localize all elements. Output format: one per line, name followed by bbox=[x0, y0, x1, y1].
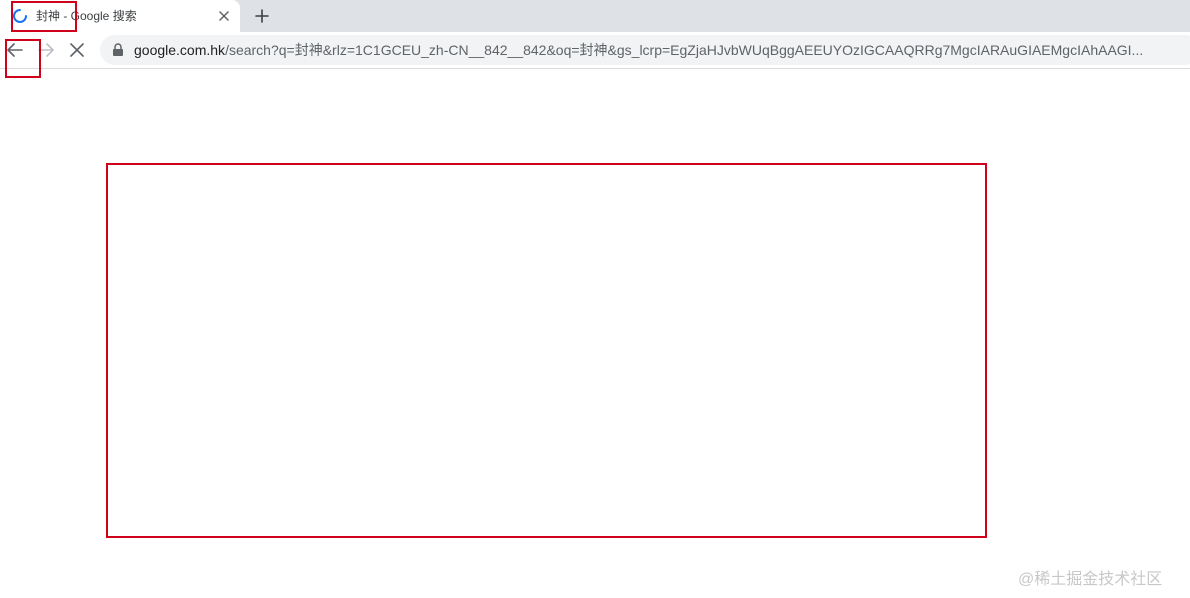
browser-toolbar: google.com.hk/search?q=封神&rlz=1C1GCEU_zh… bbox=[0, 32, 1190, 69]
watermark: @稀土掘金技术社区 bbox=[1018, 571, 1163, 588]
plus-icon bbox=[255, 9, 269, 23]
arrow-left-icon bbox=[7, 43, 23, 57]
loading-spinner-icon bbox=[13, 9, 27, 23]
arrow-right-icon bbox=[38, 43, 54, 57]
url-host: google.com.hk bbox=[134, 42, 226, 58]
stop-x-icon bbox=[70, 43, 84, 57]
lock-icon bbox=[113, 43, 123, 56]
tab-title: 封神 - Google 搜索 bbox=[36, 9, 137, 23]
new-tab-button[interactable] bbox=[250, 4, 274, 28]
page-content-area bbox=[0, 69, 1190, 598]
tab-close-button[interactable] bbox=[215, 7, 233, 25]
forward-button[interactable] bbox=[33, 37, 59, 63]
close-icon bbox=[219, 11, 229, 21]
tab-strip: 封神 - Google 搜索 bbox=[0, 0, 1190, 32]
address-bar[interactable]: google.com.hk/search?q=封神&rlz=1C1GCEU_zh… bbox=[100, 35, 1190, 65]
active-tab[interactable]: 封神 - Google 搜索 bbox=[0, 0, 240, 32]
stop-loading-button[interactable] bbox=[64, 37, 90, 63]
url-text[interactable]: google.com.hk/search?q=封神&rlz=1C1GCEU_zh… bbox=[134, 41, 1143, 59]
url-path: /search?q=封神&rlz=1C1GCEU_zh-CN__842__842… bbox=[225, 42, 1144, 58]
back-button[interactable] bbox=[2, 37, 28, 63]
